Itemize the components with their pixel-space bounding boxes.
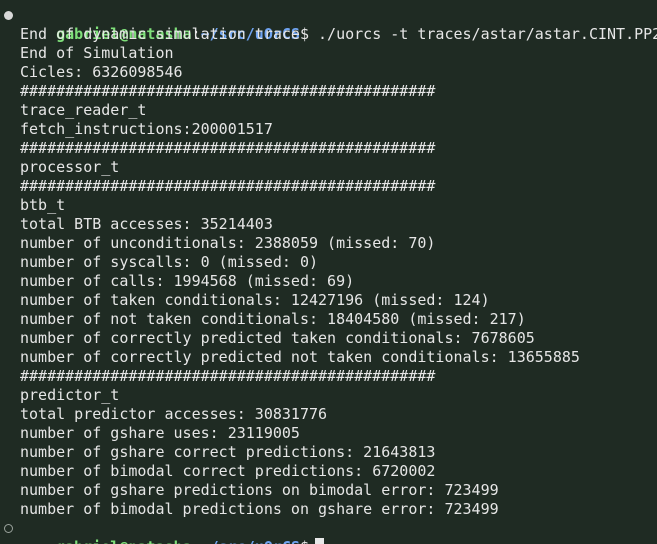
output-line: number of gshare predictions on bimodal … — [20, 481, 499, 499]
prompt-user-host: gabriel@natasha — [56, 538, 191, 544]
terminal-window[interactable]: gabriel@natasha:~/src/uOrCS$ ./uorcs -t … — [0, 0, 657, 544]
output-line: Cicles: 6326098546 — [20, 63, 183, 81]
command-prompt-line: gabriel@natasha:~/src/uOrCS$ ./uorcs -t … — [0, 6, 657, 43]
output-line: predictor_t — [20, 386, 120, 404]
output-line: number of gshare correct predictions: 21… — [20, 443, 436, 461]
output-line: End of dynamic simulation trace — [20, 25, 300, 43]
output-line: total BTB accesses: 35214403 — [20, 215, 273, 233]
output-line: btb_t — [20, 196, 66, 214]
terminal-output: End of dynamic simulation trace End of Si… — [0, 25, 657, 519]
command-status-dot-icon — [4, 11, 13, 20]
output-line: number of bimodal correct predictions: 6… — [20, 462, 436, 480]
output-line: fetch_instructions:200001517 — [20, 120, 273, 138]
prompt-status-ring-icon — [4, 524, 13, 533]
output-line: number of correctly predicted not taken … — [20, 348, 580, 366]
output-line: number of gshare uses: 23119005 — [20, 424, 300, 442]
output-line: total predictor accesses: 30831776 — [20, 405, 328, 423]
output-line: number of calls: 1994568 (missed: 69) — [20, 272, 355, 290]
output-line: ########################################… — [20, 82, 436, 100]
prompt-path: ~/src/uOrCS — [201, 538, 300, 544]
active-prompt-line[interactable]: gabriel@natasha:~/src/uOrCS$ — [0, 519, 657, 544]
output-line: number of syscalls: 0 (missed: 0) — [20, 253, 319, 271]
output-line: number of taken conditionals: 12427196 (… — [20, 291, 490, 309]
output-line: ########################################… — [20, 139, 436, 157]
output-line: trace_reader_t — [20, 101, 147, 119]
output-line: processor_t — [20, 158, 120, 176]
output-line: number of unconditionals: 2388059 (misse… — [20, 234, 436, 252]
text-cursor[interactable] — [315, 538, 324, 544]
output-line: ########################################… — [20, 367, 436, 385]
output-line: number of bimodal predictions on gshare … — [20, 500, 499, 518]
prompt-colon: : — [192, 538, 201, 544]
prompt-dollar: $ — [300, 538, 309, 544]
output-line: End of Simulation — [20, 44, 174, 62]
output-line: number of correctly predicted taken cond… — [20, 329, 535, 347]
output-line: ########################################… — [20, 177, 436, 195]
output-line: number of not taken conditionals: 184045… — [20, 310, 526, 328]
